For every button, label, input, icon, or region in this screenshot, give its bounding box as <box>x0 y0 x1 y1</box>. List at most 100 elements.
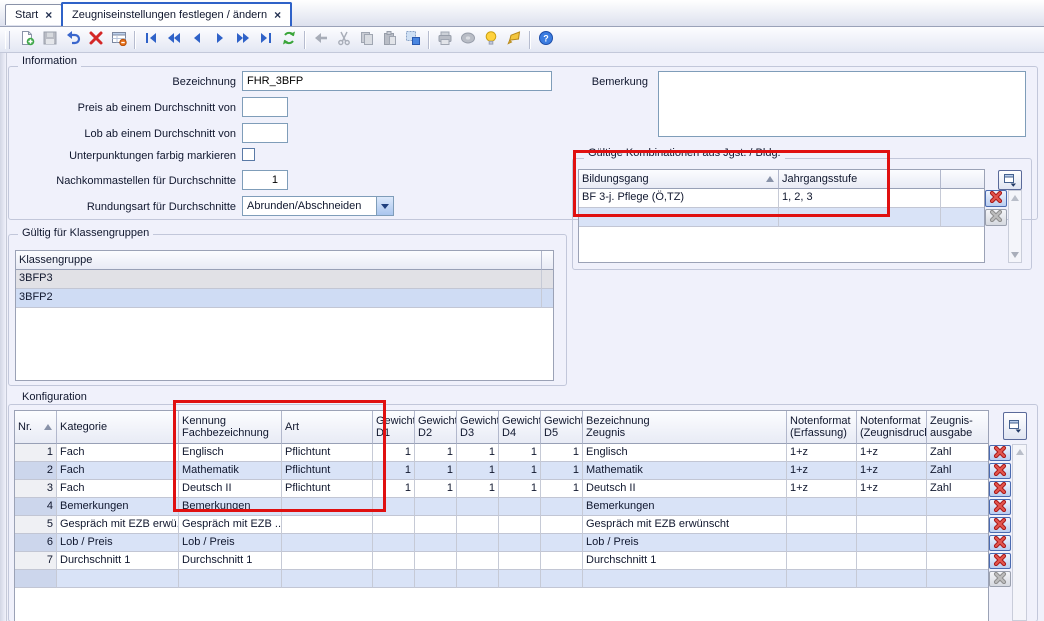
table-row[interactable] <box>579 208 984 227</box>
column-header-nf_druck[interactable]: Notenformat (Zeugnisdruck) <box>857 411 927 444</box>
column-header-name[interactable]: Klassengruppe <box>16 251 542 270</box>
column-header-ausgabe[interactable]: Zeugnis- ausgabe <box>927 411 989 444</box>
toolbar-button-save <box>39 29 61 51</box>
column-header-d3[interactable]: Gewicht D3 <box>457 411 499 444</box>
table-cell <box>457 498 499 516</box>
toolbar-button-select-region[interactable] <box>402 29 424 51</box>
toolbar-grip[interactable] <box>5 31 10 49</box>
toolbar-button-nav-last[interactable] <box>255 29 277 51</box>
table-row[interactable]: 3BFP2 <box>16 289 553 308</box>
toolbar-button-new-record[interactable] <box>16 29 38 51</box>
form-settings-icon <box>111 30 127 49</box>
table-cell: 3 <box>15 480 57 498</box>
scroll-up-icon[interactable] <box>1011 195 1019 201</box>
delete-row-button[interactable] <box>985 190 1007 207</box>
column-header-art[interactable]: Art <box>282 411 373 444</box>
toolbar-button-notify-bell[interactable] <box>503 29 525 51</box>
kombinationen-scrollbar[interactable] <box>1008 190 1022 263</box>
table-cell: 3BFP2 <box>16 289 542 308</box>
delete-row-button[interactable] <box>989 481 1011 497</box>
toolbar-button-nav-prev-page[interactable] <box>163 29 185 51</box>
table-cell: Englisch <box>179 444 282 462</box>
column-header-bildungsgang[interactable]: Bildungsgang <box>579 170 779 189</box>
preis-field[interactable] <box>242 97 288 117</box>
table-row[interactable]: 3FachDeutsch IIPflichtunt11111Deutsch II… <box>15 480 988 498</box>
delete-row-button[interactable] <box>989 517 1011 533</box>
delete-row-button-disabled <box>989 571 1011 587</box>
toolbar-button-refresh[interactable] <box>278 29 300 51</box>
column-header-kategorie[interactable]: Kategorie <box>57 411 179 444</box>
table-cell <box>415 516 457 534</box>
table-cell: Bemerkungen <box>583 498 787 516</box>
table-row[interactable]: 5Gespräch mit EZB erwü...Gespräch mit EZ… <box>15 516 988 534</box>
x-red-icon <box>993 446 1007 461</box>
scroll-down-icon[interactable] <box>1011 252 1019 258</box>
column-header-d1[interactable]: Gewicht D1 <box>373 411 415 444</box>
sort-asc-icon <box>44 424 52 430</box>
table-row[interactable]: 7Durchschnitt 1Durchschnitt 1Durchschnit… <box>15 552 988 570</box>
toolbar-button-hint-bulb[interactable] <box>480 29 502 51</box>
column-header-jahrgangsstufe[interactable]: Jahrgangsstufe <box>779 170 941 189</box>
toolbar-button-form-settings[interactable] <box>108 29 130 51</box>
table-cell: Zahl <box>927 444 989 462</box>
toolbar-button-nav-next[interactable] <box>209 29 231 51</box>
delete-row-button[interactable] <box>989 445 1011 461</box>
table-cell: 5 <box>15 516 57 534</box>
column-header-d2[interactable]: Gewicht D2 <box>415 411 457 444</box>
table-row[interactable]: 6Lob / PreisLob / PreisLob / Preis <box>15 534 988 552</box>
column-chooser-button[interactable] <box>998 170 1022 190</box>
tab-start[interactable]: Start × <box>5 4 62 25</box>
toolbar-button-delete-record[interactable] <box>85 29 107 51</box>
table-cell: BF 3-j. Pflege (Ö,TZ) <box>579 189 779 208</box>
nachkommastellen-field[interactable] <box>242 170 288 190</box>
table-cell: 1 <box>415 462 457 480</box>
column-header-filler[interactable] <box>542 251 554 270</box>
lob-field[interactable] <box>242 123 288 143</box>
unterpunktungen-checkbox[interactable] <box>242 148 255 161</box>
table-cell: 1 <box>373 480 415 498</box>
table-row[interactable]: 1FachEnglischPflichtunt11111Englisch1+z1… <box>15 444 988 462</box>
column-header-kennung[interactable]: Kennung Fachbezeichnung <box>179 411 282 444</box>
column-header-d5[interactable]: Gewicht D5 <box>541 411 583 444</box>
rundungsart-select[interactable]: Abrunden/Abschneiden <box>242 196 394 216</box>
table-cell <box>787 570 857 588</box>
table-cell <box>541 534 583 552</box>
column-header-nr[interactable]: Nr. <box>15 411 57 444</box>
toolbar-button-undo[interactable] <box>62 29 84 51</box>
table-cell <box>542 289 554 308</box>
toolbar-button-nav-first[interactable] <box>140 29 162 51</box>
column-header-bezeichnung[interactable]: Bezeichnung Zeugnis <box>583 411 787 444</box>
table-row[interactable]: BF 3-j. Pflege (Ö,TZ)1, 2, 3 <box>579 189 984 208</box>
table-row[interactable]: 4BemerkungenBemerkungenBemerkungen <box>15 498 988 516</box>
toolbar-button-help[interactable]: ? <box>535 29 557 51</box>
delete-row-button[interactable] <box>989 553 1011 569</box>
toolbar-button-nav-next-page[interactable] <box>232 29 254 51</box>
unterpunktungen-label: Unterpunktungen farbig markieren <box>26 150 236 162</box>
chevron-down-icon[interactable] <box>376 197 393 215</box>
column-header-nf_erfassung[interactable]: Notenformat (Erfassung) <box>787 411 857 444</box>
table-cell <box>927 552 989 570</box>
delete-record-icon <box>88 30 104 49</box>
tab-zeugniseinstellungen[interactable]: Zeugniseinstellungen festlegen / ändern … <box>61 2 292 26</box>
column-header-filler[interactable] <box>941 170 985 189</box>
notify-bell-icon <box>506 30 522 49</box>
toolbar-button-nav-prev[interactable] <box>186 29 208 51</box>
table-row[interactable] <box>15 570 988 588</box>
tab-close-icon[interactable]: × <box>45 10 52 20</box>
delete-row-button[interactable] <box>989 499 1011 515</box>
konfiguration-scrollbar[interactable] <box>1012 444 1027 621</box>
table-cell <box>541 552 583 570</box>
table-cell <box>857 498 927 516</box>
bemerkung-textarea[interactable] <box>658 71 1026 137</box>
tab-close-icon[interactable]: × <box>274 10 281 20</box>
table-cell <box>415 498 457 516</box>
delete-row-button[interactable] <box>989 535 1011 551</box>
scroll-up-icon[interactable] <box>1016 449 1024 455</box>
delete-row-button[interactable] <box>989 463 1011 479</box>
column-chooser-icon <box>1003 173 1017 187</box>
table-cell <box>499 552 541 570</box>
table-row[interactable]: 2FachMathematikPflichtunt11111Mathematik… <box>15 462 988 480</box>
column-chooser-button[interactable] <box>1003 412 1027 440</box>
column-header-d4[interactable]: Gewicht D4 <box>499 411 541 444</box>
table-row[interactable]: 3BFP3 <box>16 270 553 289</box>
